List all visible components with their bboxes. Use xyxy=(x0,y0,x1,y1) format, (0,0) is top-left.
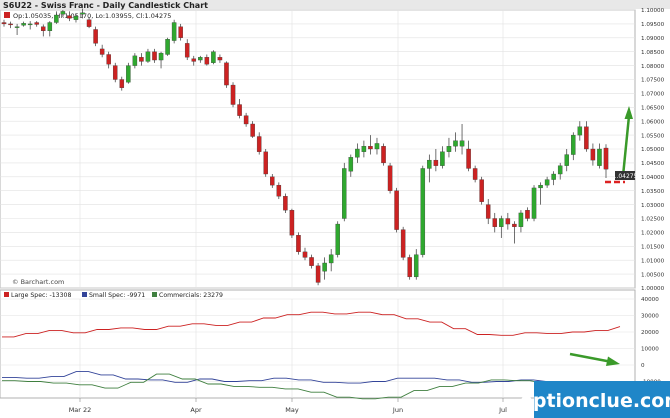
last-price-tag: 1.04275 xyxy=(613,171,638,180)
x-tick-label: Jul xyxy=(498,406,507,414)
last-price-label: 1.04275 xyxy=(613,173,638,180)
candle xyxy=(211,50,216,65)
candle xyxy=(381,143,386,166)
legend-label: Commercials: 23279 xyxy=(159,292,223,299)
chart-title: S6U22 - Swiss Franc - Daily Candlestick … xyxy=(3,1,208,10)
price-tick-label: 1.02000 xyxy=(641,231,665,237)
price-tick-label: 1.00000 xyxy=(641,286,665,292)
candle xyxy=(112,62,118,83)
cot-tick-label: 40000 xyxy=(641,297,659,303)
candle xyxy=(342,162,347,222)
candle xyxy=(224,61,229,88)
candle xyxy=(263,149,268,177)
price-tick-label: 1.08000 xyxy=(641,64,665,70)
candle xyxy=(479,176,484,205)
price-tick-label: 1.09000 xyxy=(641,36,665,42)
cot-tick-label: 20000 xyxy=(641,330,659,336)
price-tick-label: 1.05500 xyxy=(641,133,665,139)
x-tick-label: May xyxy=(285,406,299,414)
candle xyxy=(230,82,236,108)
candle xyxy=(400,226,406,261)
price-axis: 1.10000 1.09500 1.09000 1.08500 1.08000 1.075… xyxy=(641,8,665,292)
watermark: optionclue.com xyxy=(520,381,670,418)
legend-label: Small Spec: -9971 xyxy=(89,292,145,299)
price-tick-label: 1.02500 xyxy=(641,217,665,223)
price-tick-label: 1.10000 xyxy=(641,8,665,14)
candle xyxy=(315,262,321,286)
x-tick-label: Jun xyxy=(392,406,403,414)
candle xyxy=(335,221,340,258)
price-tick-label: 1.03000 xyxy=(641,203,665,209)
price-tick-label: 1.01500 xyxy=(641,245,665,251)
price-tick-label: 1.08500 xyxy=(641,50,665,56)
price-tick-label: 1.01000 xyxy=(641,258,665,264)
chart-svg: S6U22 - Swiss Franc - Daily Candlestick … xyxy=(0,0,670,418)
price-tick-label: 1.00500 xyxy=(641,272,665,278)
price-tick-label: 1.06000 xyxy=(641,119,665,125)
price-tick-label: 1.04000 xyxy=(641,175,665,181)
candle xyxy=(171,19,177,44)
price-tick-label: 1.07000 xyxy=(641,92,665,98)
candle xyxy=(283,193,288,213)
cot-tick-label: 10000 xyxy=(641,347,659,353)
legend-label: Large Spec: -13308 xyxy=(11,292,71,299)
candle xyxy=(289,208,295,238)
candle xyxy=(387,162,393,194)
cot-legend: Large Spec: -13308 Small Spec: -9971 Comme… xyxy=(4,292,223,299)
x-axis: Mar 22 Apr May Jun Jul xyxy=(69,398,507,414)
cot-tick-label: 0 xyxy=(641,363,645,369)
x-tick-label: Apr xyxy=(190,406,202,414)
price-tick-label: 1.09500 xyxy=(641,22,665,28)
price-tick-label: 1.06500 xyxy=(641,106,665,112)
candle xyxy=(93,26,98,47)
candle xyxy=(165,37,170,56)
cot-axis: 400003000020000100000-10000 xyxy=(641,297,661,386)
cot-tick-label: 30000 xyxy=(641,314,659,320)
candle xyxy=(296,232,301,255)
candle xyxy=(126,62,131,84)
x-tick-label: Mar 22 xyxy=(69,406,92,414)
ohlc-readout: Op:1.05035, Hi:1.05170, Lo:1.03955, Cl:1… xyxy=(13,12,171,20)
chart-window: S6U22 - Swiss Franc - Daily Candlestick … xyxy=(0,0,670,418)
legend-entry: Large Spec: -13308 xyxy=(4,292,71,299)
candle xyxy=(394,187,399,233)
legend-entry: Commercials: 23279 xyxy=(152,292,223,299)
legend-entry: Small Spec: -9971 xyxy=(82,292,145,299)
candle xyxy=(531,185,537,222)
credit-text: © Barchart.com xyxy=(12,278,64,286)
ohlc-swatch xyxy=(4,12,10,18)
price-grid xyxy=(0,9,635,289)
candle xyxy=(420,165,426,258)
price-tick-label: 1.07500 xyxy=(641,78,665,84)
price-tick-label: 1.04500 xyxy=(641,161,665,167)
watermark-text: optionclue.com xyxy=(520,390,670,412)
price-tick-label: 1.03500 xyxy=(641,189,665,195)
price-tick-label: 1.05000 xyxy=(641,147,665,153)
candle xyxy=(407,254,412,280)
